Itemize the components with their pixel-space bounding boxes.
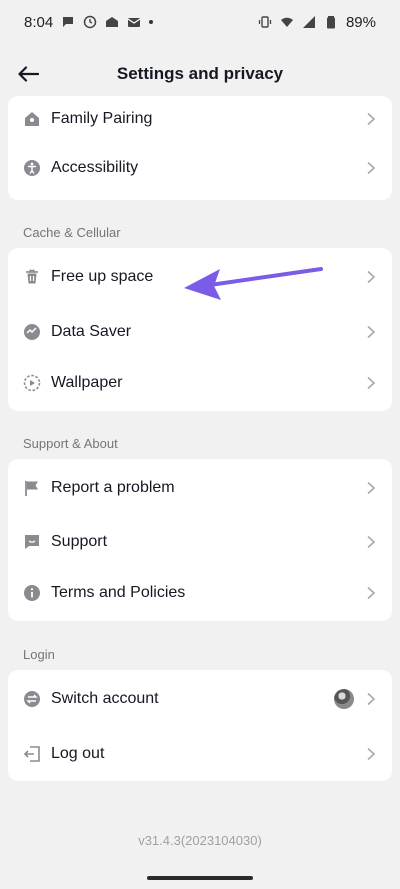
wallpaper-icon: [23, 374, 41, 392]
cell-signal-icon: [302, 15, 316, 29]
chevron-right-icon: [364, 325, 378, 339]
switch-icon: [23, 690, 41, 708]
row-label: Log out: [51, 744, 105, 762]
row-data-saver[interactable]: Data Saver: [8, 306, 392, 357]
clock-notification-icon: [83, 15, 97, 29]
chevron-right-icon: [364, 112, 378, 126]
row-label: Support: [51, 532, 108, 550]
row-label: Data Saver: [51, 322, 132, 340]
chevron-right-icon: [364, 376, 378, 390]
row-label: Terms and Policies: [51, 583, 186, 601]
home-indicator[interactable]: [147, 876, 253, 880]
battery-icon: [324, 15, 338, 29]
row-switch-account[interactable]: Switch account: [8, 670, 392, 728]
wifi-icon: [280, 15, 294, 29]
row-label: Family Pairing: [51, 110, 153, 127]
chevron-right-icon: [364, 161, 378, 175]
status-right: 89%: [258, 14, 376, 31]
row-log-out[interactable]: Log out: [8, 728, 392, 779]
annotation-arrow-icon: [184, 267, 323, 300]
trash-icon: [23, 268, 41, 286]
vibrate-icon: [258, 15, 272, 29]
section-title-login: Login: [23, 647, 55, 662]
info-icon: [23, 584, 41, 602]
section-title-support: Support & About: [23, 436, 118, 451]
back-button[interactable]: [12, 58, 44, 90]
card-support: Report a problem Support Terms and Polic…: [8, 459, 392, 621]
row-report-problem[interactable]: Report a problem: [8, 459, 392, 516]
app-version: v31.4.3(2023104030): [138, 833, 262, 848]
row-wallpaper[interactable]: Wallpaper: [8, 357, 392, 408]
logout-icon: [23, 745, 41, 763]
mail-notification-icon: [127, 15, 141, 29]
more-notifications-dot: [149, 20, 154, 24]
chat-icon: [23, 533, 41, 551]
app-notification-icon: [105, 15, 119, 29]
card-login: Switch account Log out: [8, 670, 392, 781]
row-support[interactable]: Support: [8, 516, 392, 567]
row-family-pairing[interactable]: Family Pairing: [8, 96, 392, 142]
row-terms-policies[interactable]: Terms and Policies: [8, 567, 392, 618]
chevron-right-icon: [364, 747, 378, 761]
back-arrow-icon: [18, 66, 39, 82]
card-general: Family Pairing Accessibility: [8, 96, 392, 200]
page-title: Settings and privacy: [116, 64, 284, 83]
battery-percent: 89%: [345, 13, 376, 31]
row-accessibility[interactable]: Accessibility: [8, 142, 392, 193]
chevron-right-icon: [364, 586, 378, 600]
top-bar: Settings and privacy: [0, 52, 400, 96]
section-title-cache: Cache & Cellular: [23, 225, 121, 240]
flag-icon: [23, 479, 41, 497]
message-notification-icon: [61, 15, 75, 29]
house-icon: [23, 110, 41, 128]
status-bar: 8:04 89%: [0, 0, 400, 44]
row-label: Switch account: [51, 690, 159, 707]
accessibility-icon: [23, 159, 41, 177]
avatar: [334, 689, 354, 709]
chevron-right-icon: [364, 270, 378, 284]
row-label: Report a problem: [51, 478, 175, 496]
status-left: 8:04: [24, 13, 154, 31]
chevron-right-icon: [364, 535, 378, 549]
status-time: 8:04: [24, 13, 54, 31]
row-label: Wallpaper: [51, 373, 123, 391]
chevron-right-icon: [364, 481, 378, 495]
row-label: Accessibility: [51, 158, 139, 176]
data-saver-icon: [23, 323, 41, 341]
chevron-right-icon: [364, 692, 378, 706]
